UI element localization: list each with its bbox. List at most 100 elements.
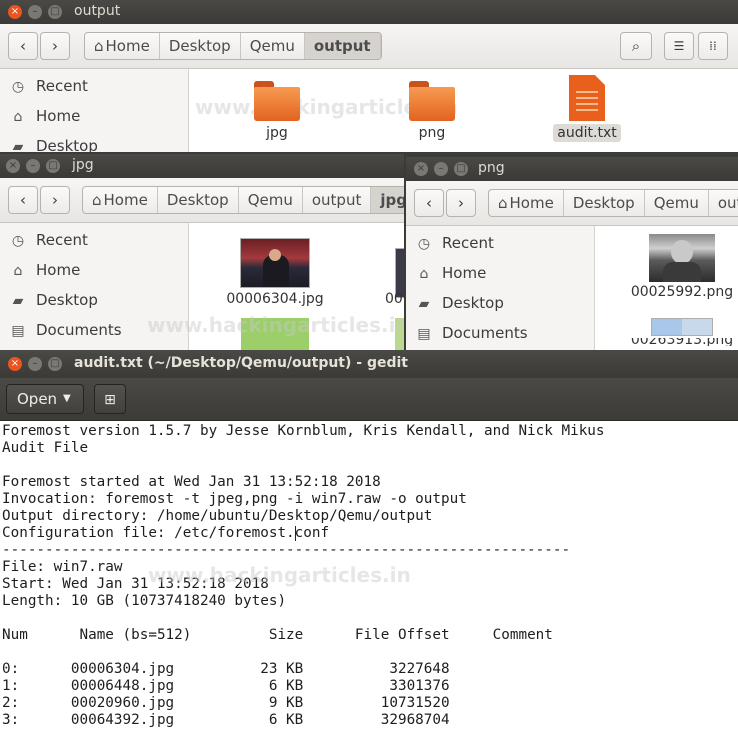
image-thumbnail[interactable] [649, 234, 715, 282]
chevron-left-icon: ‹ [20, 191, 26, 209]
crumb-home[interactable]: ⌂ Home [85, 33, 160, 59]
file-label[interactable]: 00006304.jpg [223, 291, 327, 307]
forward-button[interactable]: › [446, 189, 476, 217]
chevron-left-icon: ‹ [426, 194, 432, 212]
open-button[interactable]: Open ▼ [6, 384, 84, 414]
output-content: www.hackingarticles.in jpg png audit.txt [189, 69, 738, 152]
crumb-output[interactable]: output [303, 187, 372, 213]
png-sidebar: ◷ Recent ⌂ Home ▰ Desktop ▤ Documents [406, 226, 595, 353]
back-button[interactable]: ‹ [8, 32, 38, 60]
forward-button[interactable]: › [40, 32, 70, 60]
window-title: output [74, 3, 121, 19]
sidebar-item-recent[interactable]: ◷ Recent [406, 229, 594, 259]
crumb-home[interactable]: ⌂ Home [83, 187, 158, 213]
sidebar-item-documents[interactable]: ▤ Documents [406, 319, 594, 349]
new-tab-button[interactable]: ⊞ [94, 384, 126, 414]
folder-icon: ▰ [12, 293, 24, 309]
item-label-png[interactable]: png [402, 125, 462, 141]
item-label-jpg[interactable]: jpg [247, 125, 307, 141]
image-thumbnail[interactable] [651, 318, 713, 336]
png-content: 00025992.png 00263913.png [595, 226, 738, 353]
sidebar-item-desktop[interactable]: ▰ Desktop [406, 289, 594, 319]
gedit-toolbar: Open ▼ ⊞ [0, 378, 738, 421]
crumb-desktop[interactable]: Desktop [158, 187, 239, 213]
clock-icon: ◷ [11, 79, 25, 95]
output-titlebar: × – □ output [0, 0, 738, 24]
minimize-button[interactable]: – [26, 159, 40, 173]
sidebar-item-home[interactable]: ⌂ Home [406, 259, 594, 289]
chevron-right-icon: › [458, 194, 464, 212]
breadcrumb: ⌂Home Desktop Qemu outp [488, 189, 738, 217]
png-window: × – □ png ‹ › ⌂Home Desktop Qemu outp ◷R… [406, 157, 738, 353]
text-file-icon[interactable] [569, 75, 605, 121]
gedit-window: × – □ audit.txt (~/Desktop/Qemu/output) … [0, 350, 738, 730]
grid-icon: ⁞⁞ [709, 39, 717, 53]
home-icon: ⌂ [13, 263, 23, 279]
crumb-qemu[interactable]: Qemu [239, 187, 303, 213]
window-title: audit.txt (~/Desktop/Qemu/output) - gedi… [74, 355, 408, 371]
home-icon: ⌂ [94, 37, 104, 55]
file-label[interactable]: 000 [385, 291, 404, 307]
maximize-button[interactable]: □ [48, 357, 62, 371]
sidebar-item-home[interactable]: ⌂ Home [0, 256, 188, 286]
crumb-qemu[interactable]: Qemu [645, 190, 709, 216]
forward-button[interactable]: › [40, 186, 70, 214]
home-icon: ⌂ [419, 266, 429, 282]
document-icon: ▤ [11, 323, 25, 339]
text-editor[interactable]: Foremost version 1.5.7 by Jesse Kornblum… [0, 421, 738, 730]
back-button[interactable]: ‹ [8, 186, 38, 214]
grid-view-button[interactable]: ⁞⁞ [698, 32, 728, 60]
output-toolbar: ‹ › ⌂ Home Desktop Qemu output ⌕ ☰ ⁞⁞ [0, 24, 738, 69]
crumb-output[interactable]: output [304, 33, 381, 59]
chevron-right-icon: › [52, 37, 58, 55]
close-button[interactable]: × [8, 5, 22, 19]
maximize-button[interactable]: □ [48, 5, 62, 19]
window-title: png [478, 160, 505, 176]
sidebar-item-home[interactable]: ⌂ Home [0, 102, 188, 132]
watermark: www.hackingarticles.in [148, 563, 411, 587]
minimize-button[interactable]: – [28, 357, 42, 371]
item-label-audit[interactable]: audit.txt [553, 124, 621, 142]
sidebar-item-recent[interactable]: ◷ Recent [0, 72, 188, 102]
png-toolbar: ‹ › ⌂Home Desktop Qemu outp [406, 181, 738, 226]
minimize-button[interactable]: – [28, 5, 42, 19]
crumb-desktop[interactable]: Desktop [160, 33, 241, 59]
close-button[interactable]: × [414, 162, 428, 176]
chevron-left-icon: ‹ [20, 37, 26, 55]
sidebar-item-desktop[interactable]: ▰ Desktop [0, 132, 188, 152]
output-sidebar: ◷ Recent ⌂ Home ▰ Desktop [0, 69, 189, 152]
maximize-button[interactable]: □ [454, 162, 468, 176]
close-button[interactable]: × [6, 159, 20, 173]
image-thumbnail[interactable] [240, 238, 310, 288]
output-window: × – □ output ‹ › ⌂ Home Desktop Qemu outp… [0, 0, 738, 152]
maximize-button[interactable]: □ [46, 159, 60, 173]
search-button[interactable]: ⌕ [620, 32, 652, 60]
crumb-output[interactable]: outp [709, 190, 738, 216]
new-document-icon: ⊞ [104, 392, 116, 408]
folder-icon[interactable] [254, 81, 300, 121]
clock-icon: ◷ [417, 236, 431, 252]
breadcrumb: ⌂ Home Desktop Qemu output [84, 32, 382, 60]
chevron-down-icon: ▼ [63, 393, 71, 404]
file-label[interactable]: 00263913.png [629, 338, 735, 346]
folder-icon[interactable] [409, 81, 455, 121]
close-button[interactable]: × [8, 357, 22, 371]
file-label[interactable]: 00025992.png [629, 284, 735, 300]
search-icon: ⌕ [631, 37, 641, 55]
back-button[interactable]: ‹ [414, 189, 444, 217]
folder-icon: ▰ [12, 139, 24, 152]
folder-icon: ▰ [418, 296, 430, 312]
crumb-home[interactable]: ⌂ Home [489, 190, 564, 216]
crumb-desktop[interactable]: Desktop [564, 190, 645, 216]
crumb-qemu[interactable]: Qemu [241, 33, 305, 59]
list-view-button[interactable]: ☰ [664, 32, 694, 60]
gedit-titlebar: × – □ audit.txt (~/Desktop/Qemu/output) … [0, 350, 738, 378]
list-icon: ☰ [673, 39, 685, 53]
clock-icon: ◷ [11, 233, 25, 249]
minimize-button[interactable]: – [434, 162, 448, 176]
crumb-jpg[interactable]: jpg [371, 187, 404, 213]
sidebar-item-desktop[interactable]: ▰ Desktop [0, 286, 188, 316]
jpg-toolbar: ‹ › ⌂Home Desktop Qemu output jpg [0, 178, 404, 223]
png-titlebar: × – □ png [406, 157, 738, 181]
sidebar-item-recent[interactable]: ◷ Recent [0, 226, 188, 256]
